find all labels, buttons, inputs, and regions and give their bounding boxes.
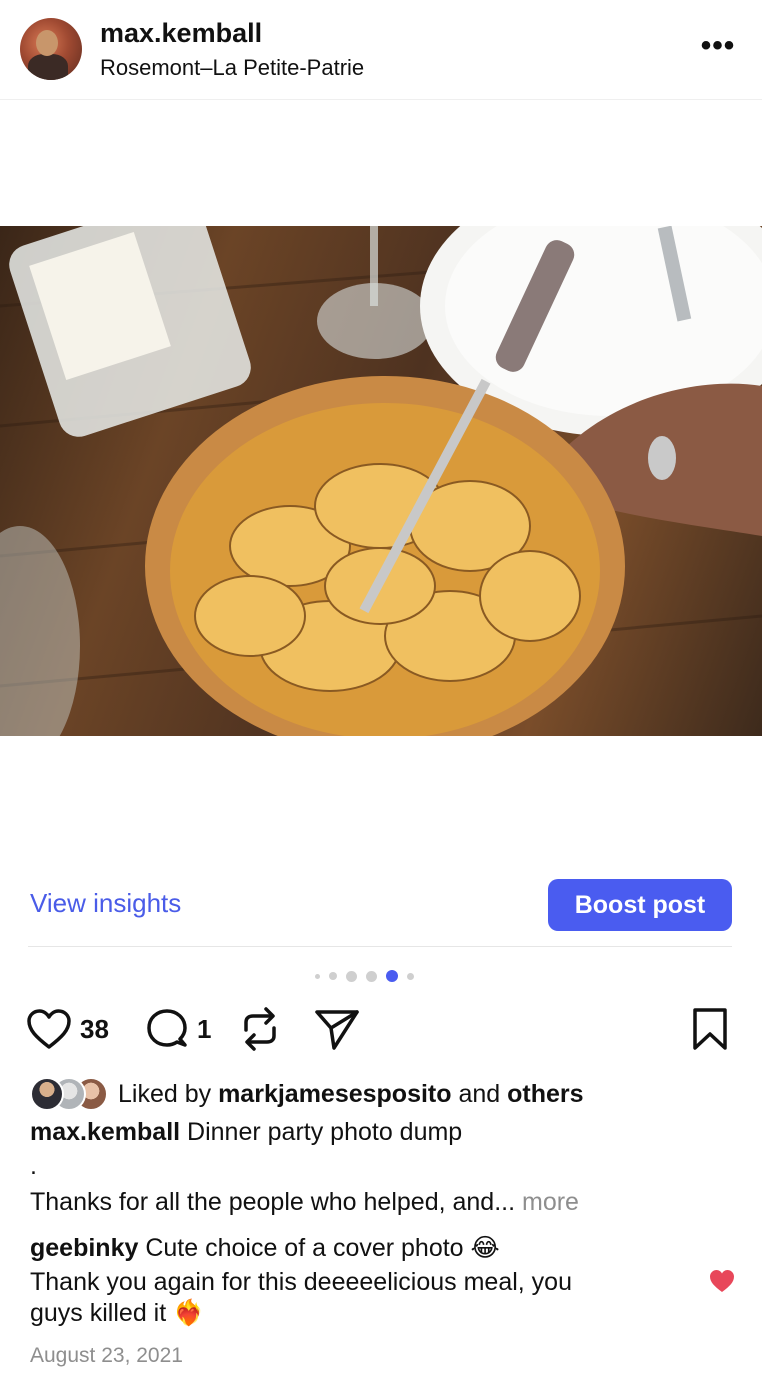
carousel-dot	[315, 973, 320, 979]
comment-line-3: guys killed it ❤️‍🔥	[30, 1299, 204, 1328]
laughing-emoji: 😂	[470, 1234, 500, 1262]
liked-by-row[interactable]: Liked by markjamesesposito and others	[30, 1076, 584, 1112]
carousel-dot	[366, 970, 377, 982]
more-options-icon[interactable]: •••	[696, 26, 740, 66]
post-actions: 38 1	[0, 1004, 762, 1054]
username[interactable]: max.kemball	[100, 18, 262, 49]
carousel-dot	[407, 972, 414, 980]
post-date: August 23, 2021	[30, 1344, 183, 1367]
repost-icon[interactable]	[240, 1006, 280, 1052]
liker-avatar	[30, 1077, 64, 1111]
likes-count: 38	[80, 1013, 109, 1044]
avatar-body	[28, 54, 68, 80]
send-icon[interactable]	[314, 1007, 360, 1051]
save-action[interactable]	[690, 1004, 730, 1054]
photo-illustration	[0, 226, 762, 736]
location-label[interactable]: Rosemont–La Petite-Patrie	[100, 55, 364, 81]
divider	[28, 946, 732, 947]
liked-by-text: Liked by markjamesesposito and others	[118, 1080, 584, 1109]
caption-dot: .	[30, 1152, 37, 1180]
caption-line-1: max.kemball Dinner party photo dump	[30, 1118, 462, 1147]
like-action[interactable]: 38	[26, 1004, 109, 1054]
liked-by-others[interactable]: others	[507, 1080, 583, 1108]
liker-username[interactable]: markjamesesposito	[218, 1080, 451, 1108]
carousel-dot	[329, 972, 337, 980]
liked-by-prefix: Liked by	[118, 1079, 212, 1108]
bookmark-icon[interactable]	[690, 1007, 730, 1051]
carousel-indicator	[315, 968, 414, 984]
liked-by-and: and	[458, 1079, 501, 1108]
comment-username[interactable]: geebinky	[30, 1234, 138, 1262]
heart-icon[interactable]	[26, 1008, 72, 1050]
caption-username[interactable]: max.kemball	[30, 1118, 180, 1146]
comments-count: 1	[197, 1013, 212, 1044]
share-action[interactable]	[314, 1004, 360, 1054]
avatar-face	[36, 30, 58, 56]
boost-post-button[interactable]: Boost post	[548, 879, 732, 931]
post-header: max.kemball Rosemont–La Petite-Patrie ••…	[0, 0, 762, 100]
caption-line-2: Thanks for all the people who helped, an…	[30, 1188, 579, 1217]
caption-text-2: Thanks for all the people who helped, an…	[30, 1188, 516, 1216]
view-insights-link[interactable]: View insights	[30, 888, 181, 919]
comment-line-1: geebinky Cute choice of a cover photo 😂	[30, 1233, 500, 1263]
comment-line-2: Thank you again for this deeeeelicious m…	[30, 1268, 572, 1296]
avatar[interactable]	[20, 18, 82, 80]
carousel-dot	[346, 970, 357, 982]
comment-like-heart-icon[interactable]	[708, 1268, 736, 1294]
comment-text: Cute choice of a cover photo	[145, 1234, 464, 1262]
repost-action[interactable]	[240, 1004, 280, 1054]
comment-action[interactable]: 1	[145, 1004, 211, 1054]
comment-icon[interactable]	[145, 1007, 189, 1051]
carousel-dot	[386, 970, 398, 982]
caption-more-link[interactable]: more	[522, 1188, 579, 1216]
heart-on-fire-emoji: ❤️‍🔥	[173, 1299, 205, 1327]
caption-text: Dinner party photo dump	[187, 1118, 463, 1146]
post-photo[interactable]	[0, 226, 762, 736]
comment-text-3: guys killed it	[30, 1299, 167, 1327]
